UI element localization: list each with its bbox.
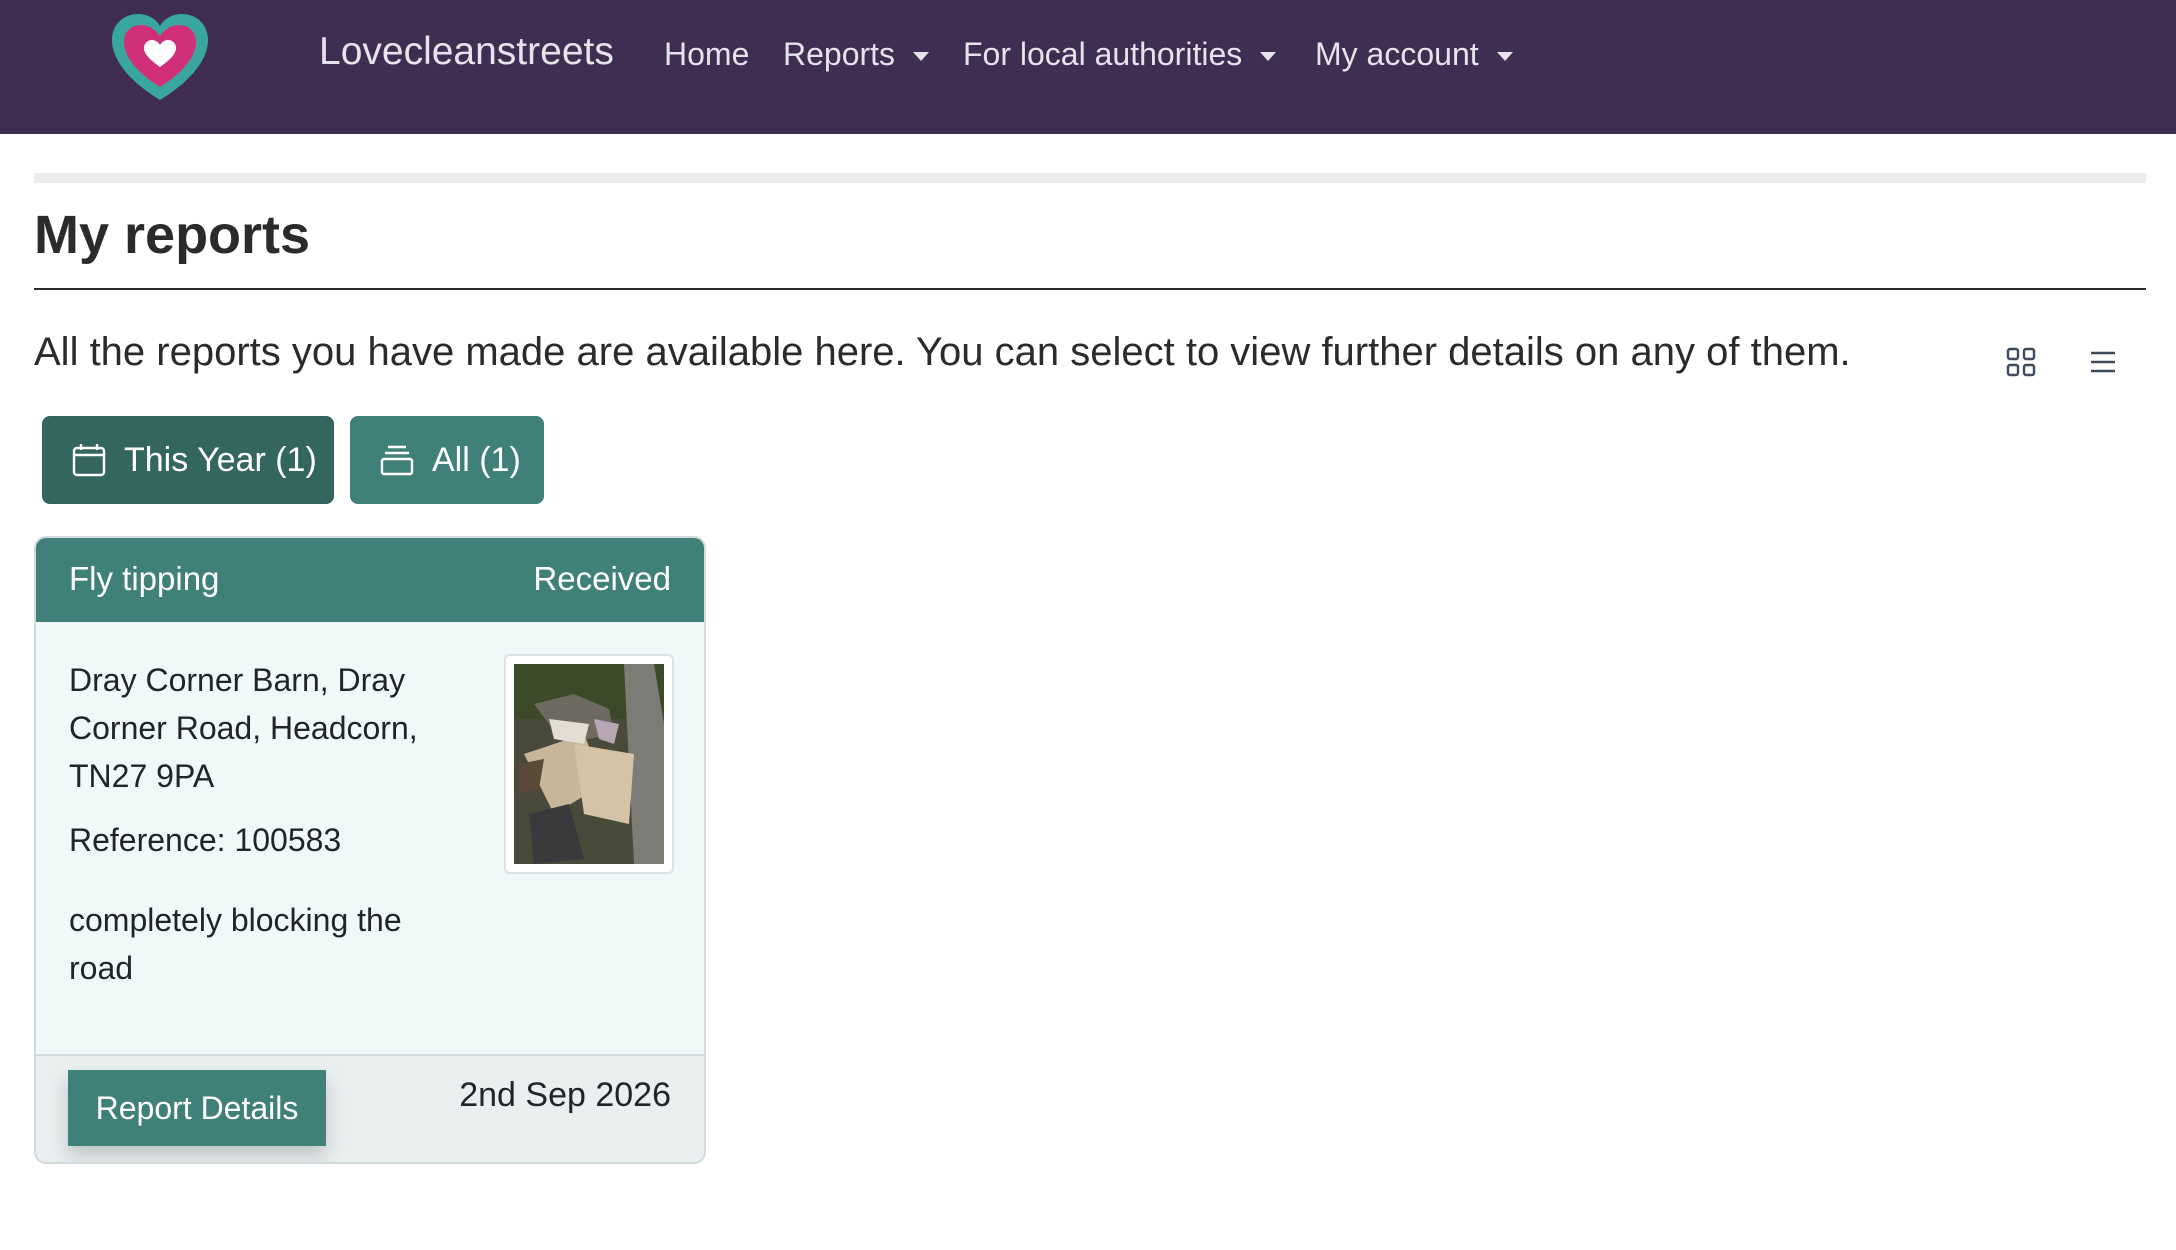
filter-all-button[interactable]: All (1) xyxy=(350,416,544,504)
page-intro: All the reports you have made are availa… xyxy=(34,330,1851,374)
list-view-button[interactable] xyxy=(2081,340,2125,384)
nav-home-label: Home xyxy=(664,36,750,72)
chevron-down-icon xyxy=(913,52,930,61)
page-title: My reports xyxy=(34,205,311,265)
top-divider xyxy=(34,173,2146,183)
filter-all-label: All (1) xyxy=(432,440,521,479)
report-category: Fly tipping xyxy=(69,560,220,597)
report-reference: Reference: 100583 xyxy=(69,822,342,858)
grid-icon xyxy=(2006,347,2036,377)
report-card-footer: Report Details 2nd Sep 2026 xyxy=(36,1054,704,1162)
nav-my-account-label: My account xyxy=(1315,36,1479,72)
list-icon xyxy=(2091,351,2115,373)
nav-reports[interactable]: Reports xyxy=(783,36,930,73)
nav-reports-label: Reports xyxy=(783,36,896,72)
chevron-down-icon xyxy=(1260,52,1277,61)
stack-icon xyxy=(380,445,414,476)
report-photo xyxy=(514,664,664,864)
nav-home[interactable]: Home xyxy=(664,36,749,73)
nav-local-authorities[interactable]: For local authorities xyxy=(963,36,1277,73)
report-photo-thumbnail[interactable] xyxy=(504,654,674,874)
title-divider xyxy=(34,288,2146,290)
report-card[interactable]: Fly tipping Received Dray Corner Barn, D… xyxy=(34,536,706,1164)
report-address: Dray Corner Barn, Dray Corner Road, Head… xyxy=(69,662,418,794)
status-badge: Received xyxy=(533,560,671,597)
report-description: completely blocking the road xyxy=(69,902,402,986)
nav-my-account[interactable]: My account xyxy=(1315,36,1513,73)
report-date: 2nd Sep 2026 xyxy=(459,1076,671,1114)
navbar: Lovecleanstreets Home Reports For local … xyxy=(0,0,2176,134)
brand-name[interactable]: Lovecleanstreets xyxy=(319,30,614,74)
nav-local-authorities-label: For local authorities xyxy=(963,36,1243,72)
report-details-button[interactable]: Report Details xyxy=(68,1070,326,1146)
report-card-header: Fly tipping Received xyxy=(36,538,704,622)
filter-this-year-label: This Year (1) xyxy=(124,440,317,479)
filter-this-year-button[interactable]: This Year (1) xyxy=(42,416,334,504)
calendar-icon xyxy=(72,444,106,477)
grid-view-button[interactable] xyxy=(1999,340,2043,384)
logo-heart-icon[interactable] xyxy=(110,12,210,104)
chevron-down-icon xyxy=(1496,52,1513,61)
